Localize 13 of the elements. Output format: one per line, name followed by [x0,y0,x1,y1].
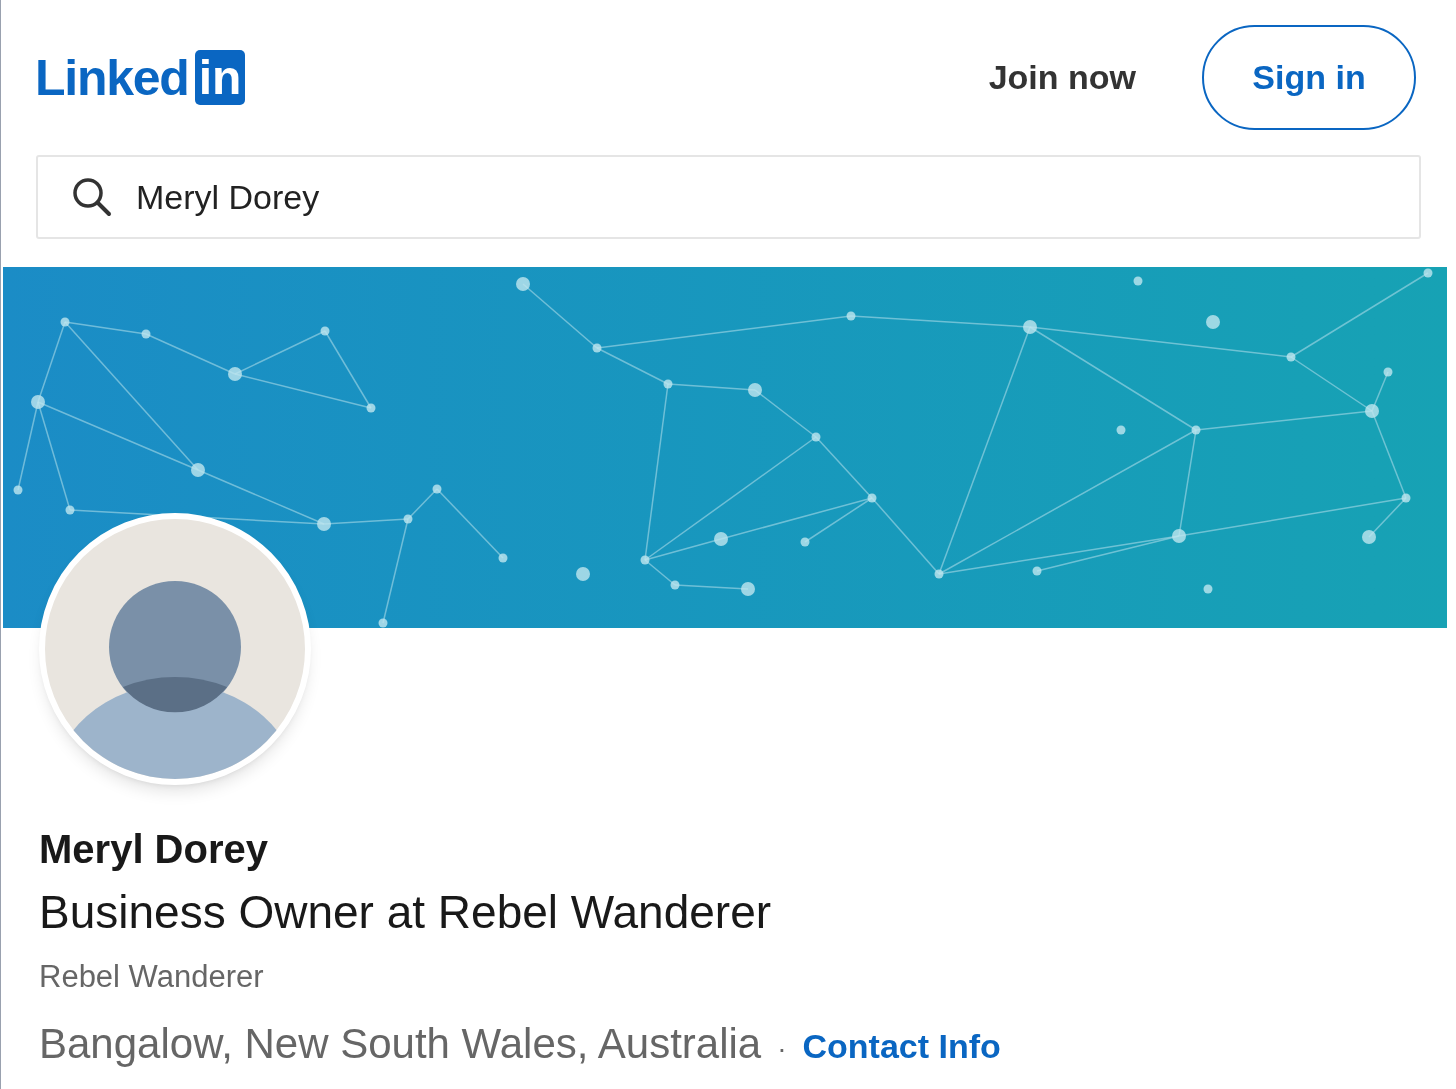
profile-headline: Business Owner at Rebel Wanderer [39,885,773,940]
location-text: Bangalow, New South Wales, Australia [39,1019,762,1069]
search-field[interactable]: Meryl Dorey [36,155,1421,239]
company-name: Rebel Wanderer [39,957,265,996]
contact-info-link[interactable]: Contact Info [802,1021,1001,1072]
linkedin-logo[interactable]: Linked in [35,50,246,105]
logo-wordmark: Linked [35,52,189,103]
logo-badge: in [194,50,246,105]
sign-in-button[interactable]: Sign in [1202,25,1416,130]
separator-dot: · [777,1032,787,1066]
profile-name: Meryl Dorey [39,826,269,873]
search-icon [72,177,112,217]
join-now-link[interactable]: Join now [988,52,1136,103]
